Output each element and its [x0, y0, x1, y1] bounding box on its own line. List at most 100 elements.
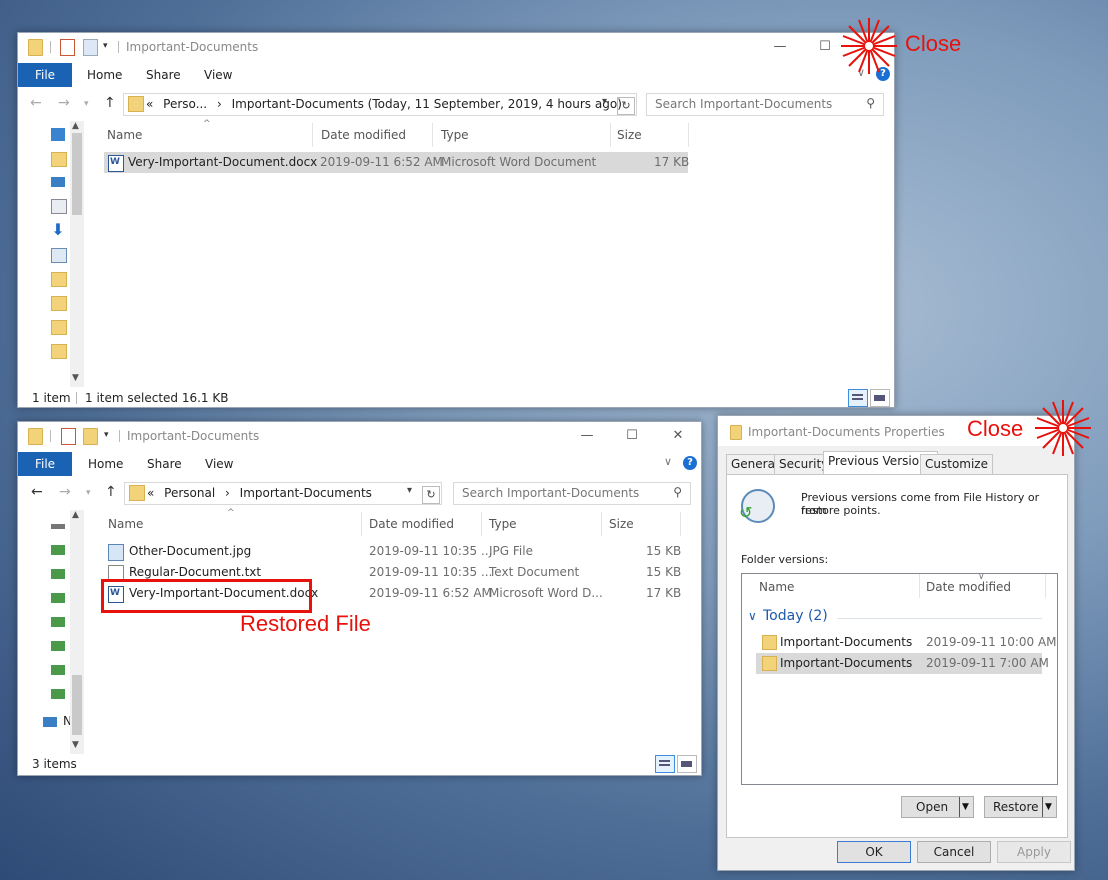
minimize-button[interactable]: — — [770, 37, 790, 57]
properties-icon[interactable] — [60, 39, 75, 56]
version-row[interactable]: Important-Documents 2019-09-11 7:00 AM — [756, 653, 1049, 674]
forward-icon[interactable]: → — [58, 95, 70, 111]
new-folder-icon[interactable] — [83, 428, 98, 445]
large-icons-view-button[interactable] — [870, 389, 890, 407]
file-row[interactable]: Other-Document.jpg 2019-09-11 10:35 ... … — [104, 541, 688, 562]
refresh-icon[interactable]: ↻ — [617, 97, 635, 115]
folder-icon[interactable] — [51, 296, 67, 311]
details-view-button[interactable] — [655, 755, 675, 773]
address-dropdown-icon[interactable]: ▾ — [602, 96, 607, 107]
ok-button[interactable]: OK — [837, 841, 911, 863]
expand-ribbon-icon[interactable]: ∨ — [664, 455, 672, 468]
network-drive-icon[interactable] — [51, 593, 65, 603]
column-name[interactable]: Name — [759, 580, 794, 594]
documents-icon[interactable] — [51, 199, 67, 214]
downloads-icon[interactable]: ⬇ — [51, 222, 65, 238]
tab-home[interactable]: Home — [87, 68, 122, 82]
desktop-icon[interactable] — [51, 128, 65, 141]
forward-icon[interactable]: → — [59, 484, 71, 500]
version-row[interactable]: Important-Documents 2019-09-11 10:00 AM — [756, 632, 1057, 653]
tab-share[interactable]: Share — [146, 68, 181, 82]
breadcrumb-overflow[interactable]: « — [147, 486, 154, 500]
folder-icon[interactable] — [51, 152, 67, 167]
recent-locations-icon[interactable]: ▾ — [86, 488, 91, 498]
large-icons-view-button[interactable] — [677, 755, 697, 773]
pictures-icon[interactable] — [51, 177, 65, 187]
column-date[interactable]: Date modified — [369, 517, 454, 531]
network-icon[interactable] — [43, 717, 57, 727]
tab-home[interactable]: Home — [88, 457, 123, 471]
nav-scrollbar[interactable]: ▲ ▼ — [70, 121, 84, 387]
column-type[interactable]: Type — [441, 128, 469, 142]
breadcrumb-item[interactable]: Important-Documents — [240, 486, 372, 500]
network-drive-icon[interactable] — [51, 569, 65, 579]
group-header[interactable]: Today (2) — [763, 608, 828, 624]
breadcrumb-item[interactable]: Personal — [164, 486, 215, 500]
breadcrumb-separator[interactable]: › — [225, 486, 230, 500]
column-divider[interactable] — [680, 512, 681, 536]
back-icon[interactable]: ← — [30, 95, 42, 111]
column-size[interactable]: Size — [609, 517, 634, 531]
tab-share[interactable]: Share — [147, 457, 182, 471]
open-button[interactable]: Open ▼ — [901, 796, 974, 818]
breadcrumb-overflow[interactable]: « — [146, 97, 153, 111]
drive-icon[interactable] — [51, 524, 65, 529]
address-dropdown-icon[interactable]: ▾ — [407, 485, 412, 496]
maximize-button[interactable]: ☐ — [815, 37, 835, 57]
column-date[interactable]: Date modified — [926, 580, 1011, 594]
tab-view[interactable]: View — [205, 457, 233, 471]
column-divider[interactable] — [919, 574, 920, 598]
pictures-icon[interactable] — [51, 248, 67, 263]
breadcrumb-separator[interactable]: › — [217, 97, 222, 111]
tab-customize[interactable]: Customize — [920, 454, 993, 475]
up-icon[interactable]: ↑ — [104, 95, 116, 111]
column-divider[interactable] — [688, 123, 689, 147]
help-icon[interactable]: ? — [683, 456, 697, 470]
customize-toolbar-icon[interactable]: ▾ — [103, 41, 116, 56]
recent-locations-icon[interactable]: ▾ — [84, 99, 89, 109]
network-drive-icon[interactable] — [51, 641, 65, 651]
scroll-down-icon[interactable]: ▼ — [72, 740, 79, 750]
customize-toolbar-icon[interactable]: ▾ — [104, 430, 117, 445]
tab-view[interactable]: View — [204, 68, 232, 82]
folder-icon[interactable] — [51, 272, 67, 287]
column-name[interactable]: Name — [108, 517, 143, 531]
scroll-thumb[interactable] — [72, 133, 82, 215]
apply-button[interactable]: Apply — [997, 841, 1071, 863]
up-icon[interactable]: ↑ — [105, 484, 117, 500]
file-row[interactable]: Very-Important-Document.docx 2019-09-11 … — [104, 152, 689, 173]
search-input[interactable]: Search Important-Documents ⚲ — [453, 482, 691, 505]
breadcrumb-item[interactable]: Perso... — [163, 97, 207, 111]
refresh-icon[interactable]: ↻ — [422, 486, 440, 504]
column-name[interactable]: Name — [107, 128, 142, 142]
network-drive-icon[interactable] — [51, 689, 65, 699]
column-type[interactable]: Type — [489, 517, 517, 531]
nav-scrollbar[interactable]: ▲ ▼ — [70, 510, 84, 754]
scroll-up-icon[interactable]: ▲ — [72, 510, 79, 520]
scroll-down-icon[interactable]: ▼ — [72, 373, 79, 383]
restore-button[interactable]: Restore ▼ — [984, 796, 1057, 818]
column-divider[interactable] — [601, 512, 602, 536]
column-divider[interactable] — [481, 512, 482, 536]
column-divider[interactable] — [361, 512, 362, 536]
column-divider[interactable] — [432, 123, 433, 147]
network-drive-icon[interactable] — [51, 665, 65, 675]
scroll-thumb[interactable] — [72, 675, 82, 735]
maximize-button[interactable]: ☐ — [622, 426, 642, 446]
file-tab[interactable]: File — [18, 63, 72, 87]
breadcrumb-item[interactable]: Important-Documents (Today, 11 September… — [232, 97, 622, 111]
close-button[interactable]: ✕ — [668, 426, 688, 446]
back-icon[interactable]: ← — [31, 484, 43, 500]
dropdown-icon[interactable]: ▼ — [1045, 797, 1052, 817]
properties-icon[interactable] — [61, 428, 76, 445]
column-date[interactable]: Date modified — [321, 128, 406, 142]
folder-icon[interactable] — [51, 320, 67, 335]
network-drive-icon[interactable] — [51, 545, 65, 555]
address-bar[interactable]: « Personal › Important-Documents ▾ ↻ — [124, 482, 442, 505]
address-bar[interactable]: « Perso... › Important-Documents (Today,… — [123, 93, 637, 116]
column-size[interactable]: Size — [617, 128, 642, 142]
folder-icon[interactable] — [51, 344, 67, 359]
column-divider[interactable] — [312, 123, 313, 147]
dropdown-icon[interactable]: ▼ — [962, 797, 969, 817]
file-tab[interactable]: File — [18, 452, 72, 476]
